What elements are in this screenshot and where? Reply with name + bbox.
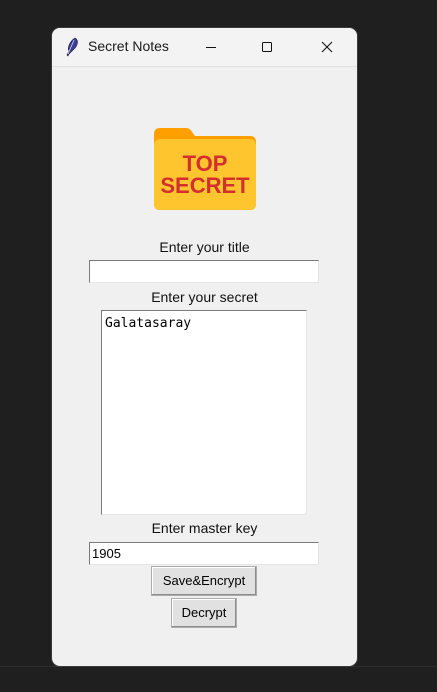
close-icon [321,38,333,57]
maximize-icon [261,38,273,57]
title-bar[interactable]: Secret Notes [52,28,357,67]
minimize-icon [205,38,217,57]
title-input[interactable] [89,260,319,283]
save-encrypt-button[interactable]: Save&Encrypt [151,566,257,596]
secret-label: Enter your secret [151,289,258,305]
top-secret-folder-logo: TOP SECRET [152,126,258,212]
title-label: Enter your title [159,239,250,255]
decrypt-button[interactable]: Decrypt [171,598,237,628]
close-button[interactable] [304,28,350,66]
secret-notes-window: Secret Notes TOP SECRET Enter your title… [52,28,357,666]
secret-textarea[interactable]: Galatasaray [101,310,307,515]
minimize-button[interactable] [188,28,234,66]
logo-text-secret: SECRET [160,173,250,198]
feather-icon [64,37,80,57]
master-key-input[interactable] [89,542,319,565]
master-key-label: Enter master key [151,520,258,536]
taskbar-edge [0,666,437,667]
window-title: Secret Notes [88,38,169,54]
maximize-button[interactable] [244,28,290,66]
